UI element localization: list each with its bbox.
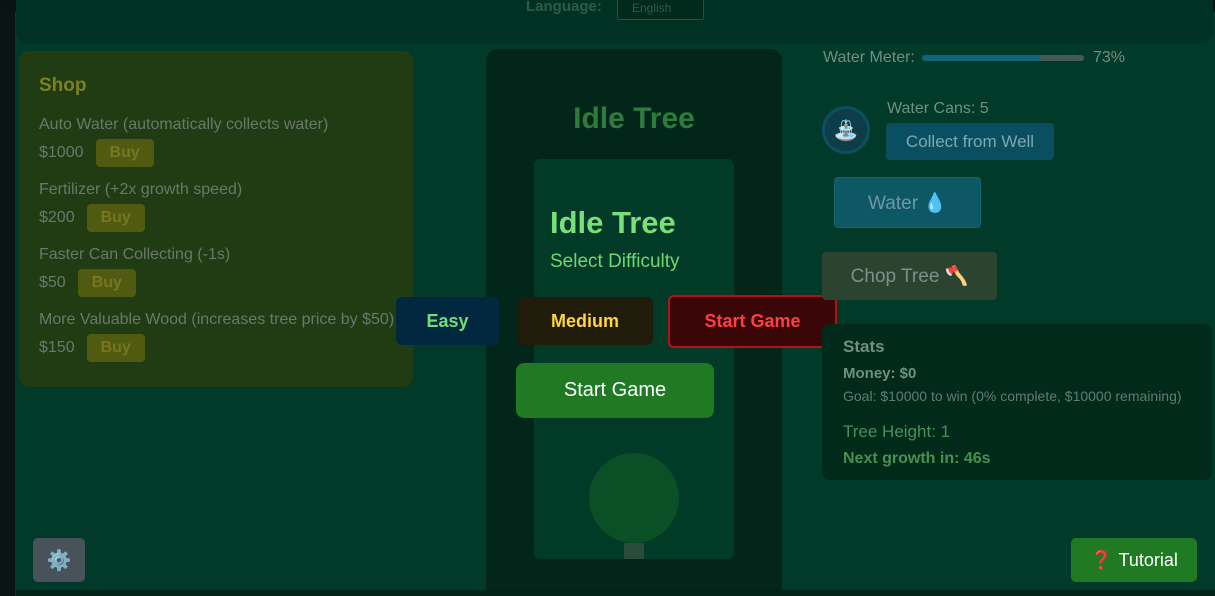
shop-title: Shop (39, 75, 87, 96)
tutorial-button[interactable]: ❓ Tutorial (1071, 538, 1197, 582)
stats-money: Money: $0 (843, 365, 917, 382)
shop-item-price: $50 (39, 274, 66, 291)
water-meter (922, 55, 1084, 61)
shop-item-price: $150 (39, 339, 75, 356)
tree-crown[interactable] (589, 453, 679, 543)
tutorial-label: Tutorial (1118, 549, 1178, 570)
question-icon: ❓ (1090, 549, 1113, 570)
shop-item-fertilizer: Fertilizer (+2x growth speed) $200 Buy (39, 180, 419, 232)
collect-from-well-button[interactable]: Collect from Well (886, 123, 1054, 160)
difficulty-easy-button[interactable]: Easy (396, 297, 499, 345)
shop-item-auto-water: Auto Water (automatically collects water… (39, 115, 419, 167)
stats-goal: Goal: $10000 to win (0% complete, $10000… (843, 388, 1182, 404)
chop-tree-button[interactable]: Chop Tree 🪓 (822, 252, 997, 300)
gear-icon: ⚙️ (46, 549, 72, 572)
settings-button[interactable]: ⚙️ (33, 538, 85, 582)
bottom-edge (16, 590, 1215, 596)
shop-item-name: Faster Can Collecting (-1s) (39, 246, 231, 263)
buy-fertilizer-button[interactable]: Buy (86, 204, 145, 232)
shop-item-price: $200 (39, 209, 75, 226)
water-meter-percent: 73% (1093, 49, 1126, 66)
water-meter-label: Water Meter: (823, 49, 915, 66)
water-meter-fill (922, 55, 1041, 61)
stats-tree-height: Tree Height: 1 (843, 422, 951, 441)
shop-panel: Shop Auto Water (automatically collects … (19, 51, 413, 387)
shop-item-name: Auto Water (automatically collects water… (39, 116, 329, 133)
shop-item-name: Fertilizer (+2x growth speed) (39, 181, 243, 198)
buy-auto-water-button[interactable]: Buy (95, 139, 154, 167)
buy-faster-can-button[interactable]: Buy (77, 269, 136, 297)
language-select[interactable]: English (617, 0, 704, 20)
shop-item-price: $1000 (39, 144, 84, 161)
modal-title: Idle Tree (550, 205, 676, 240)
stats-next-growth: Next growth in: 46s (843, 450, 991, 467)
modal-subtitle: Select Difficulty (550, 251, 680, 272)
language-label: Language: (526, 0, 602, 15)
water-tree-button[interactable]: Water 💧 (834, 177, 981, 228)
shop-item-valuable-wood: More Valuable Wood (increases tree price… (39, 310, 419, 362)
game-title: Idle Tree (573, 102, 695, 135)
start-game-button[interactable]: Start Game (516, 363, 714, 418)
shop-item-faster-can: Faster Can Collecting (-1s) $50 Buy (39, 245, 419, 297)
tree-trunk (624, 543, 644, 559)
shop-item-name: More Valuable Wood (increases tree price… (39, 311, 395, 328)
difficulty-hard-button[interactable]: Start Game (668, 295, 837, 348)
stats-title: Stats (843, 337, 885, 356)
left-edge (0, 0, 15, 596)
header-bar (16, 0, 1213, 44)
buy-valuable-wood-button[interactable]: Buy (86, 334, 145, 362)
well-icon: ⛲ (822, 106, 870, 154)
difficulty-medium-button[interactable]: Medium (517, 297, 653, 345)
water-cans-count: Water Cans: 5 (887, 100, 989, 117)
stats-panel: Stats Money: $0 Goal: $10000 to win (0% … (822, 324, 1212, 480)
